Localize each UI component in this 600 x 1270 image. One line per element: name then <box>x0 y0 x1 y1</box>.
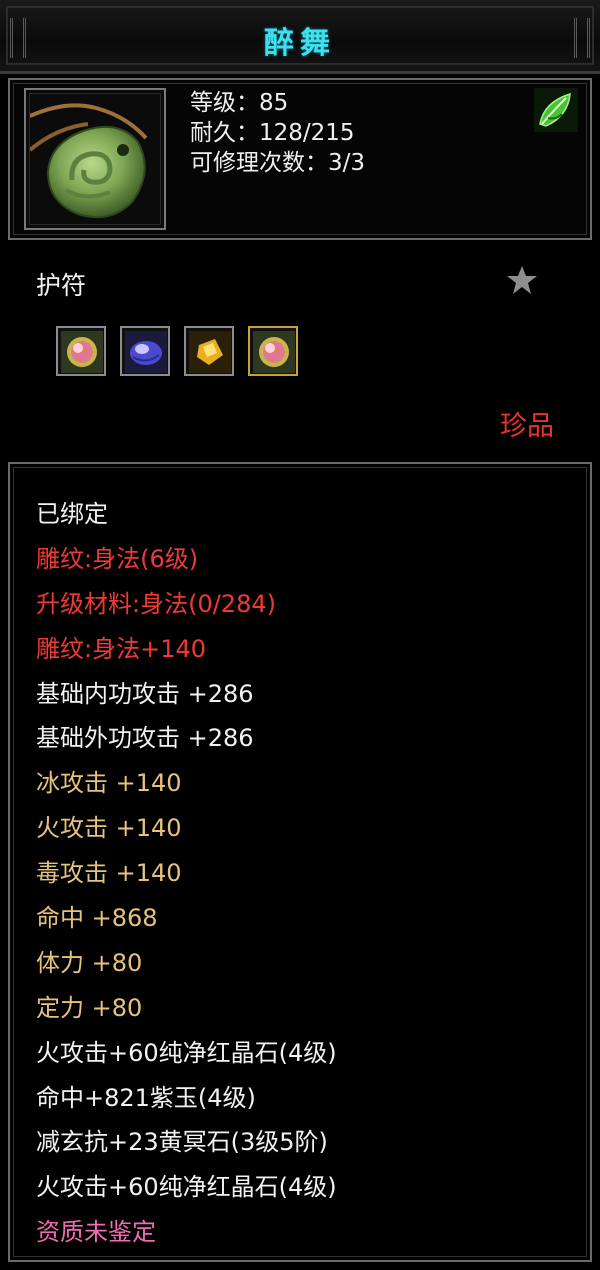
attribute-line: 火攻击+60纯净红晶石(4级) <box>36 1173 337 1202</box>
rarity-label: 珍品 <box>500 411 554 442</box>
attribute-list: 已绑定雕纹:身法(6级) 升级材料:身法(0/284) 雕纹:身法+140 基础内功攻… <box>36 492 337 1255</box>
attribute-line: 基础外功攻击 +286 <box>36 724 254 753</box>
attribute-line: 毒攻击 +140 <box>36 859 182 888</box>
repair-count-stat: 可修理次数：3/3 <box>190 150 366 176</box>
title-bar: 醉舞 <box>0 0 600 74</box>
attribute-line: 基础内功攻击 +286 <box>36 679 254 708</box>
attribute-line: 冰攻击 +140 <box>36 769 182 798</box>
attribute-line: 已绑定 <box>36 500 108 528</box>
attribute-line: 体力 +80 <box>36 948 143 977</box>
attribute-line: 命中 +868 <box>36 904 158 933</box>
green-leaf-icon <box>534 88 578 132</box>
attribute-line: 雕纹:身法(6级) <box>36 544 199 573</box>
item-type-label: 护符 <box>36 271 87 300</box>
gem-slot[interactable] <box>120 326 170 376</box>
red-crystal-gem-icon <box>61 331 103 373</box>
attribute-line: 雕纹:身法+140 <box>36 634 207 663</box>
level-stat: 等级：85 <box>190 90 289 116</box>
durability-stat: 耐久：128/215 <box>190 120 355 146</box>
attribute-line: 定力 +80 <box>36 993 143 1022</box>
yellow-stone-gem-icon <box>189 331 231 373</box>
red-crystal-gem-icon <box>253 331 295 373</box>
attribute-line: 资质未鉴定 <box>36 1218 156 1247</box>
attribute-line: 火攻击+60纯净红晶石(4级) <box>36 1038 337 1067</box>
jade-pendant-icon <box>28 103 148 218</box>
star-icon[interactable] <box>506 264 538 296</box>
attribute-line: 升级材料:身法(0/284) <box>36 589 276 618</box>
attribute-panel: 已绑定雕纹:身法(6级) 升级材料:身法(0/284) 雕纹:身法+140 基础内功攻… <box>8 462 592 1262</box>
item-header-panel: 等级：85 耐久：128/215 可修理次数：3/3 <box>8 78 592 240</box>
gem-slot[interactable] <box>248 326 298 376</box>
attribute-line: 火攻击 +140 <box>36 814 182 843</box>
attribute-line: 命中+821紫玉(4级) <box>36 1083 256 1112</box>
attribute-line: 减玄抗+23黄冥石(3级5阶) <box>36 1128 328 1157</box>
gem-slot[interactable] <box>184 326 234 376</box>
item-name-title: 醉舞 <box>264 26 336 61</box>
item-stats: 等级：85 耐久：128/215 可修理次数：3/3 <box>190 88 365 178</box>
item-icon-slot[interactable] <box>24 88 166 230</box>
gem-slot[interactable] <box>56 326 106 376</box>
purple-jade-gem-icon <box>125 331 167 373</box>
